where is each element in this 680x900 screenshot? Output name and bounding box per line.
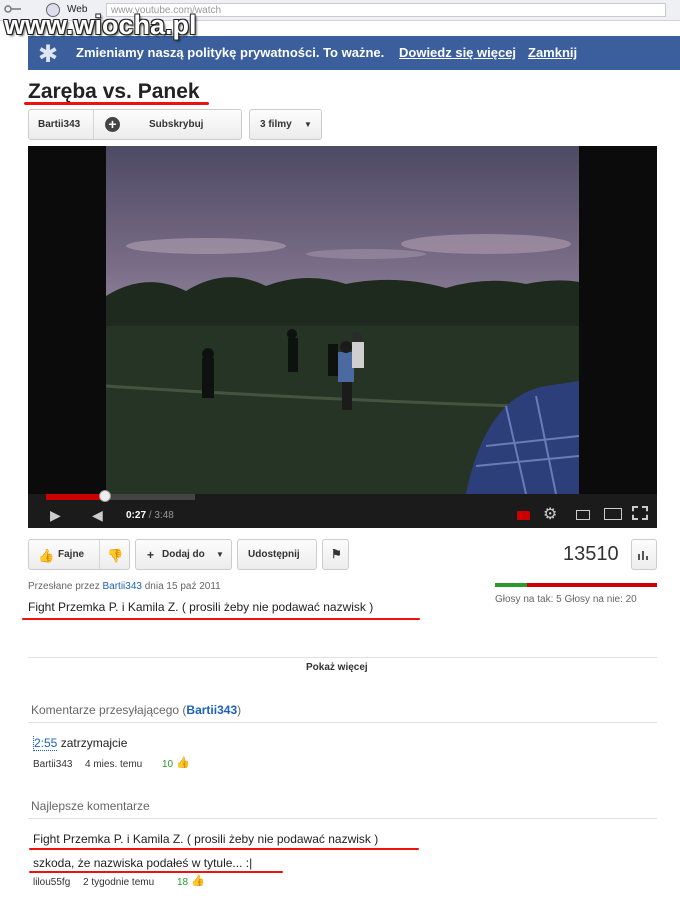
add-to-button[interactable]: + Dodaj do ▼ <box>135 539 232 570</box>
top-comment-likes: 18 <box>177 877 189 888</box>
uploader-comments-suffix: ) <box>237 703 242 717</box>
flag-button[interactable]: ⚑ <box>322 539 349 570</box>
channel-name[interactable]: Bartii343 <box>38 119 80 130</box>
thumbs-up-icon[interactable]: 👍 <box>176 756 190 769</box>
show-more-button[interactable]: Pokaż więcej <box>306 662 368 673</box>
scrubber-handle[interactable] <box>98 490 111 502</box>
comment-underline <box>29 871 283 873</box>
share-label: Udostępnij <box>248 549 300 560</box>
divider <box>28 657 657 658</box>
chevron-down-icon: ▼ <box>216 550 224 559</box>
video-player[interactable] <box>28 146 657 494</box>
upload-info: Przesłane przez Bartii343 dnia 15 paź 20… <box>28 581 221 592</box>
uploader-comments-user[interactable]: Bartii343 <box>186 703 237 717</box>
top-comment-age: 2 tygodnie temu <box>83 877 155 888</box>
channel-subscribe-group: Bartii343 + Subskrybuj <box>28 109 242 140</box>
share-button[interactable]: Udostępnij <box>237 539 317 570</box>
uploader-comments-heading: Komentarze przesyłającego (Bartii343) <box>31 703 241 717</box>
vote-counts: Głosy na tak: 5 Głosy na nie: 20 <box>495 594 637 605</box>
view-count: 13510 <box>563 543 619 565</box>
divider <box>99 540 100 569</box>
volume-icon[interactable]: ◀ <box>92 507 103 524</box>
comment-likes: 10 <box>162 759 174 770</box>
plus-icon: + <box>105 117 120 132</box>
player-controls: ▶ ◀ 0:27 / 3:48 ⚙ <box>28 490 657 528</box>
thumbs-down-icon[interactable]: 👎 <box>107 548 123 564</box>
duration: 3:48 <box>154 510 174 521</box>
close-banner-link[interactable]: Zamknij <box>528 45 577 60</box>
divider <box>28 818 657 819</box>
video-frame <box>106 146 579 494</box>
top-comments-heading: Najlepsze komentarze <box>31 799 150 813</box>
comment-text: 2:55 zatrzymajcie <box>33 736 128 751</box>
uploader-comments-prefix: Komentarze przesyłającego ( <box>31 703 187 717</box>
thumbs-up-icon[interactable]: 👍 <box>191 874 205 887</box>
like-group: 👍 Fajne 👎 <box>28 539 130 570</box>
fullscreen-icon[interactable] <box>632 506 648 520</box>
stats-button[interactable] <box>631 539 657 570</box>
upload-date: dnia 15 paź 2011 <box>144 581 221 592</box>
large-player-icon[interactable] <box>604 508 622 520</box>
thumbs-up-icon: 👍 <box>38 548 55 563</box>
privacy-banner: ✱ Zmieniamy naszą politykę prywatności. … <box>28 36 680 70</box>
top-comment-author[interactable]: lilou55fg <box>33 877 70 888</box>
gear-icon[interactable]: ⚙ <box>543 504 557 524</box>
top-comment-line2: szkoda, że nazwiska podałeś w tytule... … <box>33 856 253 870</box>
video-description: Fight Przemka P. i Kamila Z. ( prosili ż… <box>28 600 374 614</box>
chevron-down-icon: ▼ <box>304 120 312 129</box>
like-button[interactable]: Fajne <box>58 549 84 560</box>
current-time: 0:27 <box>126 510 147 521</box>
video-frame-art <box>106 234 579 494</box>
learn-more-link[interactable]: Dowiedz się więcej <box>399 45 516 60</box>
comment-underline <box>29 848 419 850</box>
comment-age: 4 mies. temu <box>85 759 143 770</box>
top-comment-line1: Fight Przemka P. i Kamila Z. ( prosili ż… <box>33 832 379 846</box>
description-underline <box>22 618 420 620</box>
comment-body: zatrzymajcie <box>57 736 128 750</box>
time-separator: / <box>148 510 152 521</box>
flag-icon: ⚑ <box>331 547 342 561</box>
vote-bar <box>495 583 657 587</box>
video-title: Zaręba vs. Panek <box>28 80 200 103</box>
site-watermark: www.wiocha.pl <box>4 10 197 40</box>
divider <box>28 722 657 723</box>
play-icon[interactable]: ▶ <box>50 507 61 524</box>
uploader-link[interactable]: Bartii343 <box>102 581 141 592</box>
annotations-icon[interactable] <box>517 511 530 520</box>
videos-count-label: 3 filmy <box>260 119 292 130</box>
plus-icon: + <box>147 548 155 562</box>
comment-author[interactable]: Bartii343 <box>33 759 72 770</box>
comment-timestamp-link[interactable]: 2:55 <box>33 736 58 751</box>
upload-prefix: Przesłane przez <box>28 581 100 592</box>
bar-chart-icon <box>638 551 648 560</box>
star-icon: ✱ <box>38 41 59 68</box>
videos-dropdown[interactable]: 3 filmy ▼ <box>249 109 322 140</box>
title-underline <box>24 102 209 105</box>
add-to-label: Dodaj do <box>162 549 205 560</box>
time-display: 0:27 / 3:48 <box>126 510 174 521</box>
progress-fill <box>46 494 105 500</box>
vote-bar-yes <box>495 583 528 587</box>
divider <box>93 110 94 139</box>
subscribe-button[interactable]: Subskrybuj <box>149 119 203 130</box>
banner-text: Zmieniamy naszą politykę prywatności. To… <box>76 45 385 60</box>
small-player-icon[interactable] <box>576 510 590 520</box>
